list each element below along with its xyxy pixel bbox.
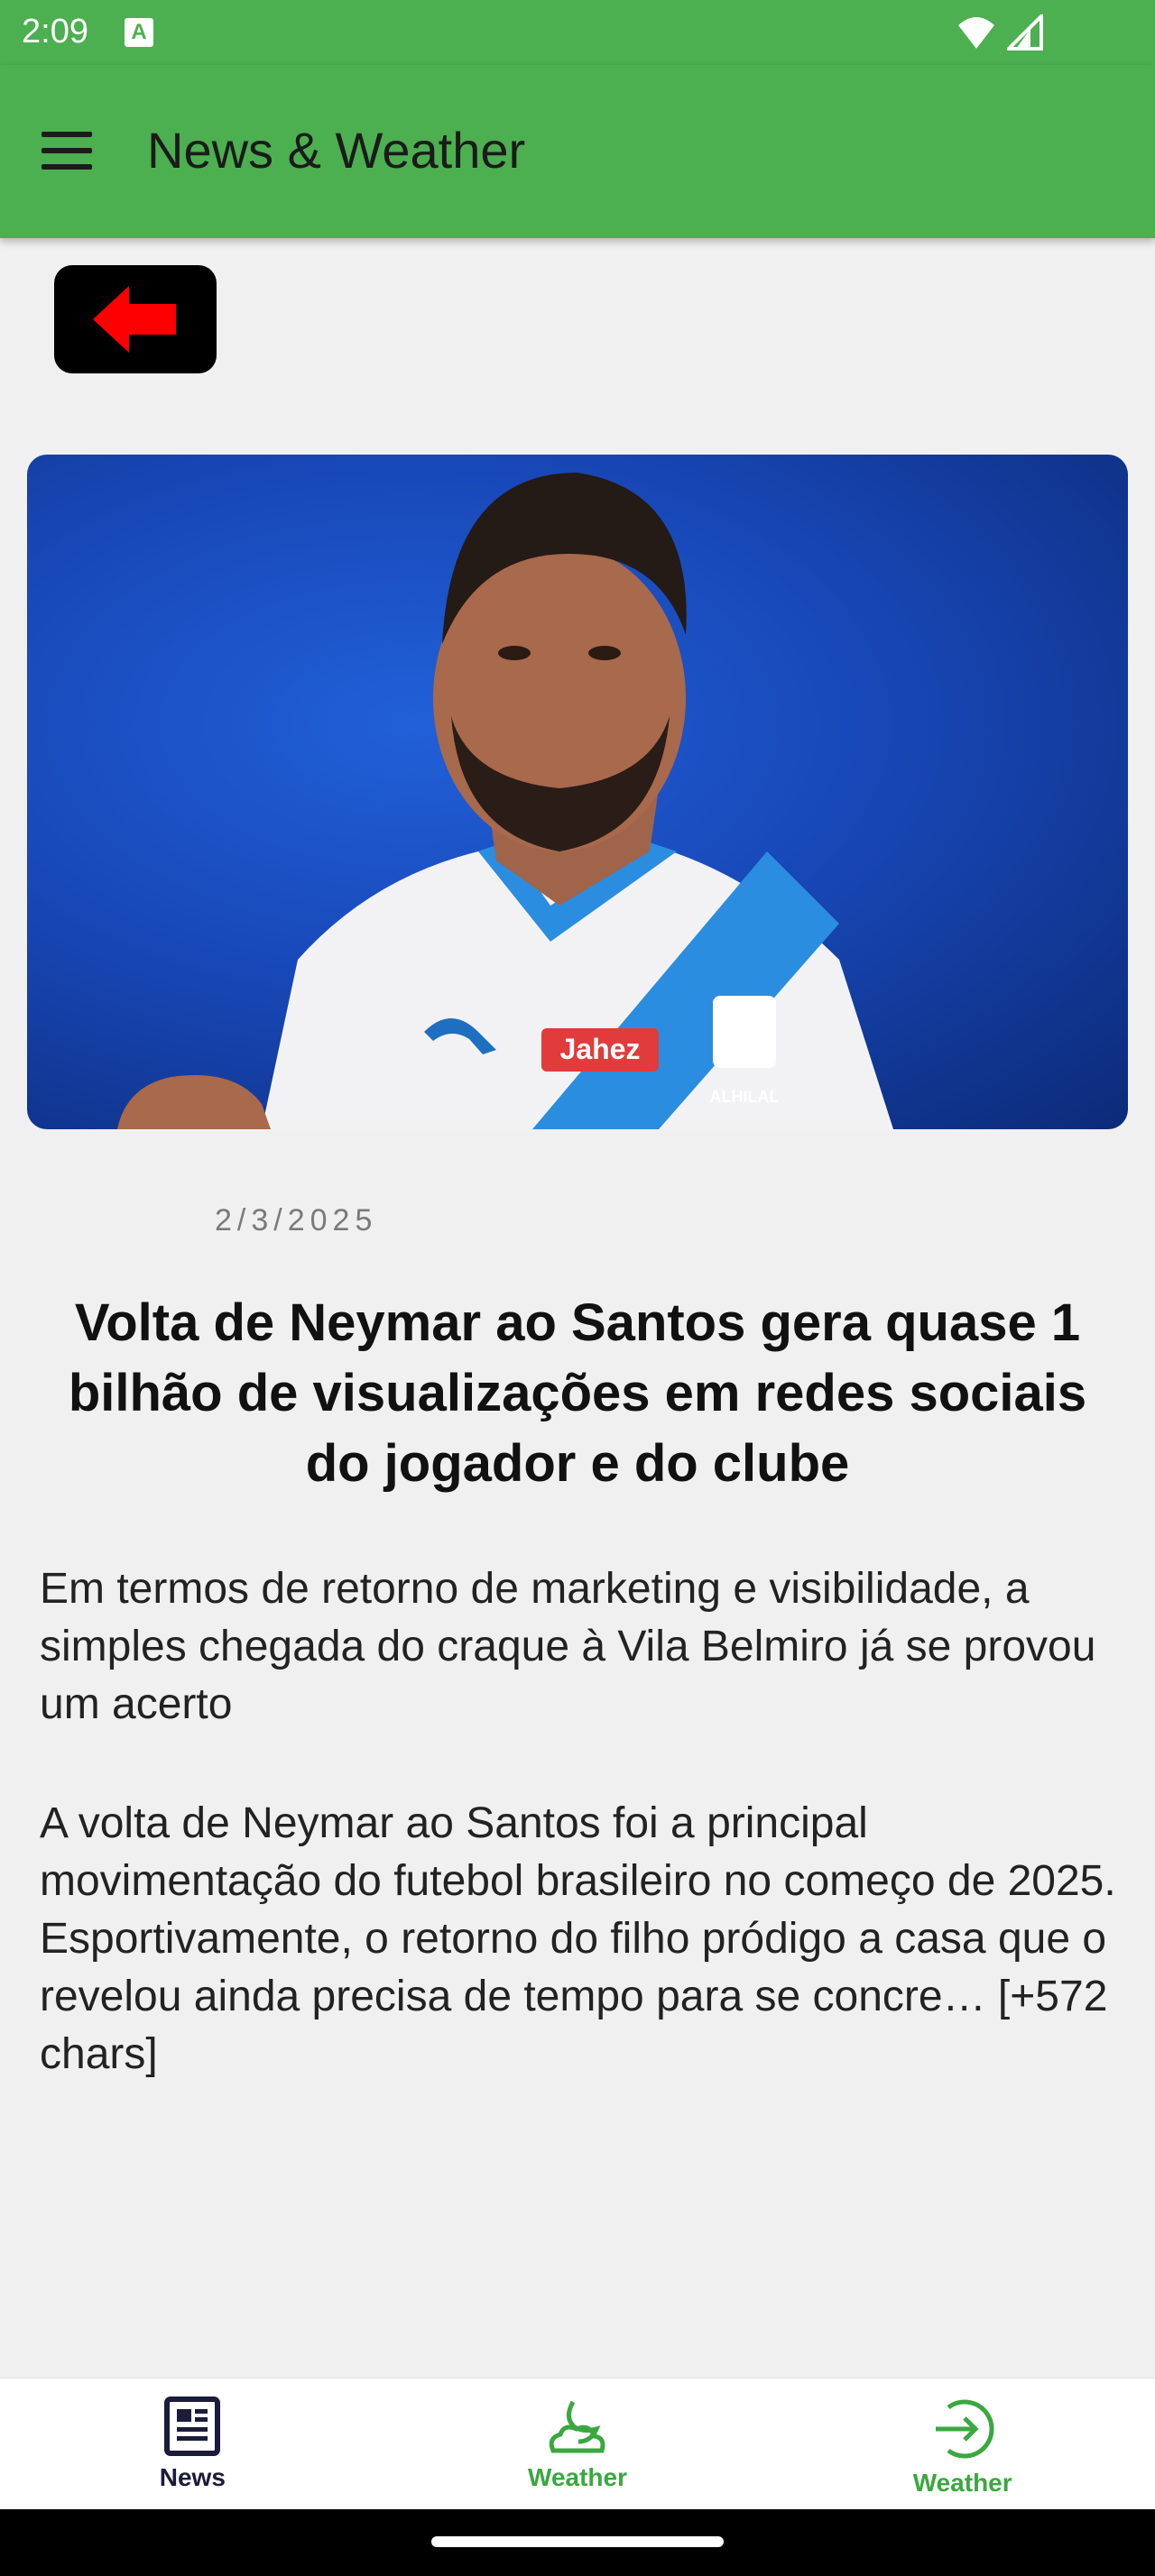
notification-badge-icon: A xyxy=(125,18,153,47)
nav-item-news[interactable]: News xyxy=(0,2378,385,2509)
app-bar: News & Weather xyxy=(0,65,1155,238)
arrow-login-icon xyxy=(935,2399,994,2459)
wifi-icon xyxy=(958,17,994,49)
nav-item-weather[interactable]: Weather xyxy=(385,2378,771,2509)
gesture-bar xyxy=(0,2509,1155,2576)
left-arrow-icon xyxy=(93,286,176,353)
player-photo: Jahez ALHILAL xyxy=(117,473,893,1129)
article-subtitle: Em termos de retorno de marketing e visi… xyxy=(40,1565,1096,1728)
signal-icon xyxy=(1007,14,1043,51)
article-date: 2/3/2025 xyxy=(215,1203,378,1237)
status-time: 2:09 xyxy=(22,13,88,51)
sponsor-badge-text: Jahez xyxy=(560,1033,641,1065)
article-headline: Volta de Neymar ao Santos gera quase 1 b… xyxy=(68,1293,1087,1493)
article-body: A volta de Neymar ao Santos foi a princi… xyxy=(40,1799,1116,2078)
back-button[interactable] xyxy=(54,265,217,373)
nav-item-weather-2[interactable]: Weather xyxy=(770,2378,1155,2509)
app-title: News & Weather xyxy=(147,122,526,179)
nav-label-weather: Weather xyxy=(528,2463,627,2491)
nav-label-news: News xyxy=(159,2463,226,2491)
status-icons xyxy=(956,14,1043,51)
cloud-moon-icon xyxy=(549,2400,605,2453)
club-crest-text: ALHILAL xyxy=(710,1088,780,1106)
status-bar: 2:09 A xyxy=(0,0,1155,65)
article-image: Jahez ALHILAL xyxy=(27,455,1128,1129)
hamburger-menu-icon[interactable] xyxy=(32,115,105,187)
bottom-navigation: News Weather Weather xyxy=(0,2378,1155,2509)
nav-label-weather-2: Weather xyxy=(912,2469,1012,2497)
home-gesture-pill[interactable] xyxy=(431,2536,724,2547)
newspaper-icon xyxy=(164,2397,221,2456)
